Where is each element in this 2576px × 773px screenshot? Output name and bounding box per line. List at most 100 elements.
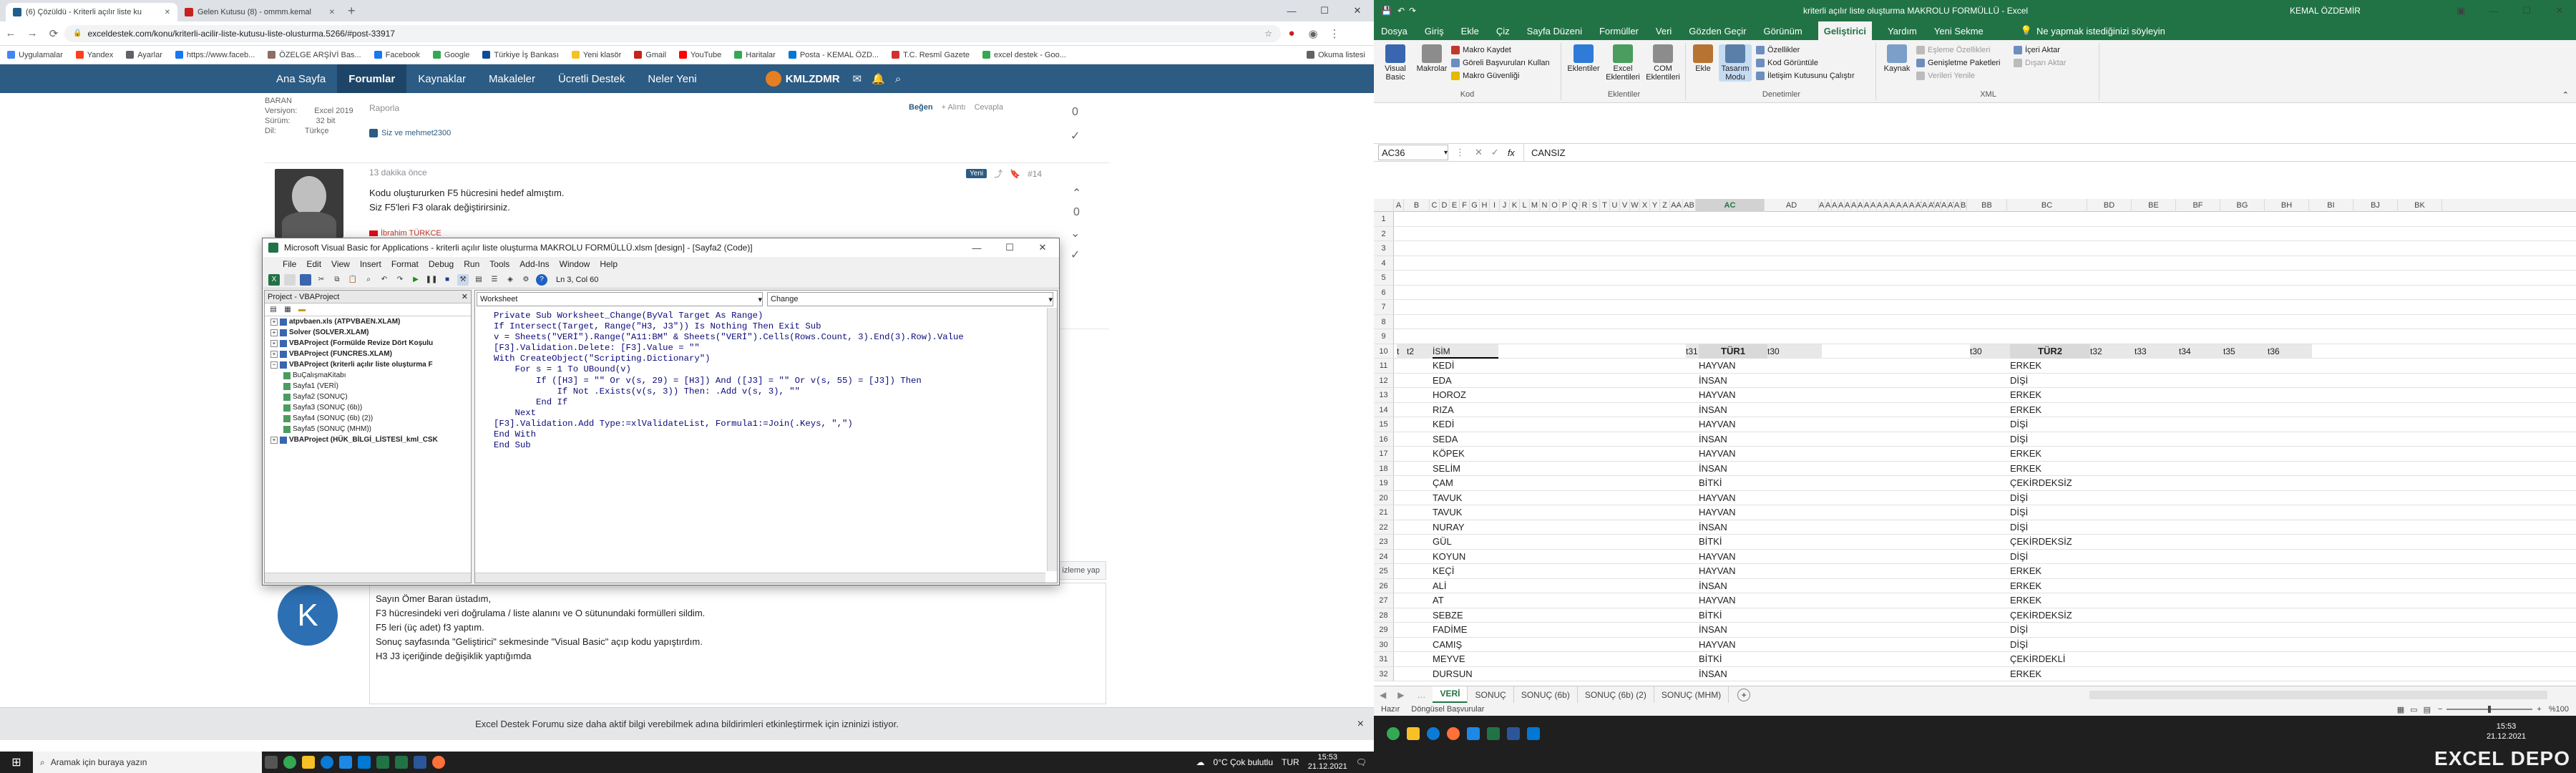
column-header[interactable]: AJ [1851, 199, 1858, 212]
break-icon[interactable]: ❚❚ [426, 274, 438, 286]
table-cell[interactable]: ERKEK [2010, 447, 2153, 462]
maximize-icon[interactable]: ☐ [1308, 5, 1341, 16]
column-header[interactable]: O [1550, 199, 1560, 212]
save-icon[interactable] [300, 273, 311, 286]
browser-tab-gmail[interactable]: Gelen Kutusu (8) - ommm.kemal ✕ [177, 3, 342, 21]
table-cell[interactable]: İNSAN [1699, 374, 1828, 389]
zoom-slider[interactable] [2446, 706, 2533, 713]
column-header[interactable]: S [1590, 199, 1600, 212]
share-icon[interactable]: ⤴ [994, 167, 1002, 180]
project-tree-item[interactable]: BuÇalışmaKitabı [268, 370, 471, 381]
edge-icon[interactable] [1427, 727, 1440, 740]
export-button[interactable]: Dışarı Aktar [2014, 59, 2066, 67]
expansion-packs-button[interactable]: Genişletme Paketleri [1916, 59, 2001, 67]
com-addins-button[interactable]: COM Eklentileri [1644, 44, 1682, 82]
table-cell[interactable]: HAYVAN [1699, 417, 1828, 432]
table-cell[interactable]: ERKEK [2010, 388, 2153, 403]
tab-draw[interactable]: Çiz [1495, 21, 1511, 40]
tell-me-box[interactable]: 💡 Ne yapmak istediğinizi söyleyin [2021, 25, 2165, 37]
bookmark-youtube[interactable]: YouTube [679, 51, 721, 59]
reply-textarea[interactable]: Sayın Ömer Baran üstadım, F3 hücresindek… [369, 583, 1106, 704]
filter-header[interactable]: t2 [1407, 344, 1433, 359]
windows-start-icon[interactable]: ⊞ [0, 755, 33, 769]
column-header[interactable]: K [1510, 199, 1520, 212]
project-tree-item[interactable]: Sayfa2 (SONUÇ) [268, 392, 471, 402]
column-header[interactable]: G [1470, 199, 1480, 212]
design-mode-button[interactable]: Tasarım Modu [1719, 44, 1752, 82]
project-tree-item[interactable]: − VBAProject (kriterli açılır liste oluşt… [268, 359, 471, 370]
column-header[interactable]: BB [1967, 199, 2007, 212]
table-cell[interactable]: HAYVAN [1699, 564, 1828, 579]
table-cell[interactable]: HAYVAN [1699, 491, 1828, 506]
bookmark-gazete[interactable]: T.C. Resmî Gazete [892, 51, 970, 59]
column-header[interactable]: BJ [2353, 199, 2398, 212]
table-cell[interactable]: ERKEK [2010, 359, 2153, 374]
firefox-icon[interactable] [1447, 727, 1460, 740]
record-macro-button[interactable]: Makro Kaydet [1451, 46, 1511, 54]
table-cell[interactable]: SELİM [1433, 462, 1540, 477]
table-cell[interactable]: KÖPEK [1433, 447, 1540, 462]
reply-button[interactable]: Cevapla [975, 103, 1003, 112]
chrome-icon[interactable] [283, 756, 296, 769]
column-header[interactable]: BA [1961, 199, 1967, 212]
weather-text[interactable]: 0°C Çok bulutlu [1214, 757, 1274, 767]
table-cell[interactable]: DİŞİ [2010, 550, 2153, 565]
word-taskbar-icon[interactable] [414, 756, 426, 769]
row-header[interactable]: 6 [1374, 285, 1394, 300]
page-layout-icon[interactable]: ▭ [2410, 705, 2417, 714]
file-explorer-icon[interactable] [302, 756, 315, 769]
table-cell[interactable]: KEDİ [1433, 359, 1540, 374]
row-header[interactable]: 8 [1374, 314, 1394, 329]
vote-down-icon[interactable]: ⌄ [1070, 226, 1080, 240]
clock[interactable]: 15:53 21.12.2021 [2487, 721, 2526, 742]
mail-app-icon[interactable] [1527, 727, 1540, 740]
table-cell[interactable]: BİTKİ [1699, 476, 1828, 491]
macro-security-button[interactable]: Makro Güvenliği [1451, 72, 1519, 80]
refresh-data-button[interactable]: Verileri Yenile [1916, 72, 1975, 80]
tab-data[interactable]: Veri [1654, 21, 1673, 40]
column-header[interactable]: M [1530, 199, 1540, 212]
sheet-tab-sonuc-6b[interactable]: SONUÇ (6b) [1514, 686, 1578, 704]
word-taskbar-icon[interactable] [1507, 727, 1520, 740]
clock[interactable]: 15:53 21.12.2021 [1308, 753, 1347, 772]
column-header[interactable]: AS [1909, 199, 1916, 212]
table-cell[interactable]: HAYVAN [1699, 447, 1828, 462]
close-tab-icon[interactable]: ✕ [329, 9, 335, 16]
row-header[interactable]: 25 [1374, 564, 1394, 579]
tab-view[interactable]: Görünüm [1762, 21, 1804, 40]
nav-whats-new[interactable]: Neler Yeni [636, 64, 708, 93]
code-text[interactable]: Private Sub Worksheet_Change(ByVal Targe… [494, 311, 1038, 451]
column-header[interactable]: N [1540, 199, 1550, 212]
row-header[interactable]: 7 [1374, 300, 1394, 315]
table-cell[interactable]: DİŞİ [2010, 638, 2153, 653]
save-icon[interactable]: 💾 [1381, 6, 1392, 16]
filter-header[interactable]: t32 [2090, 344, 2135, 359]
row-header[interactable]: 30 [1374, 637, 1394, 652]
table-cell[interactable]: CAMIŞ [1433, 638, 1540, 653]
store-icon[interactable] [339, 756, 352, 769]
column-header[interactable]: BD [2087, 199, 2132, 212]
project-tree-item[interactable]: Sayfa3 (SONUÇ (6b)) [268, 402, 471, 413]
view-code-icon[interactable]: ▤ [268, 304, 279, 316]
expand-icon[interactable]: + [270, 350, 278, 358]
column-header[interactable]: H [1480, 199, 1490, 212]
undo-icon[interactable]: ↶ [379, 274, 390, 286]
expand-icon[interactable]: − [270, 361, 278, 369]
chrome-icon[interactable] [1387, 727, 1400, 740]
column-header[interactable]: T [1600, 199, 1610, 212]
column-header[interactable]: AE [1819, 199, 1825, 212]
column-header[interactable]: AN [1877, 199, 1883, 212]
bookmark-gmail[interactable]: Gmail [634, 51, 666, 59]
row-header[interactable]: 9 [1374, 329, 1394, 344]
project-explorer-icon[interactable]: ▤ [473, 274, 484, 286]
notifications-icon[interactable]: 🗨 [1356, 757, 1367, 767]
view-code-button[interactable]: Kod Görüntüle [1756, 59, 1818, 67]
table-cell[interactable]: ERKEK [2010, 403, 2153, 418]
zoom-out-icon[interactable]: − [2438, 705, 2442, 714]
menu-view[interactable]: View [331, 259, 350, 269]
table-cell[interactable]: BİTKİ [1699, 652, 1828, 667]
row-header[interactable]: 2 [1374, 226, 1394, 241]
filter-header[interactable]: t30 [1970, 344, 2010, 359]
paste-icon[interactable]: 📋 [347, 274, 358, 286]
insert-control-button[interactable]: Ekle [1690, 44, 1716, 73]
